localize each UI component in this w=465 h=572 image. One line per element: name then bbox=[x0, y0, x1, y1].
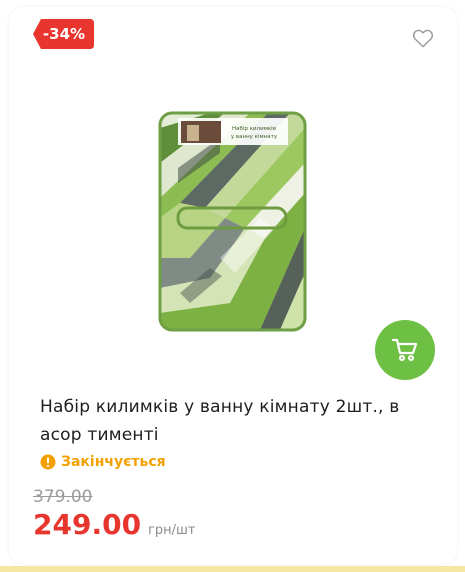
shopping-cart-icon bbox=[391, 338, 418, 361]
stock-status-label: Закінчується bbox=[61, 454, 166, 470]
next-card-edge bbox=[0, 566, 465, 572]
stock-status: Закінчується bbox=[40, 454, 166, 470]
discount-label: -34% bbox=[42, 24, 86, 43]
price-unit: грн/шт bbox=[148, 523, 196, 538]
package-label-line1: Набір килимків bbox=[232, 126, 276, 132]
price-row: 249.00 грн/шт bbox=[33, 505, 196, 545]
product-title[interactable]: Набір килимків у ванну кімнату 2шт., в а… bbox=[40, 393, 440, 449]
new-price: 249.00 bbox=[33, 508, 142, 541]
product-image[interactable]: Набір килимків у ванну кімнату bbox=[150, 108, 315, 338]
discount-badge: -34% bbox=[32, 15, 94, 53]
heart-outline-icon[interactable] bbox=[412, 28, 434, 48]
package-label-line2: у ванну кімнату bbox=[231, 134, 278, 140]
add-to-cart-button[interactable] bbox=[375, 320, 435, 380]
old-price: 379.00 bbox=[33, 487, 93, 507]
warning-circle-icon bbox=[40, 454, 56, 470]
